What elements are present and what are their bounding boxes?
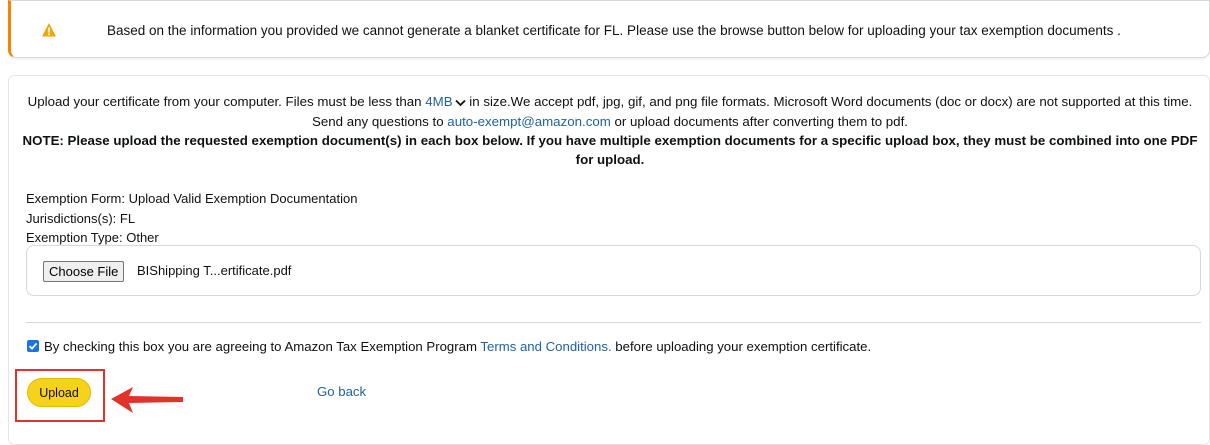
exemption-form-label: Exemption Form:	[26, 191, 125, 206]
alert-message: Based on the information you provided we…	[107, 23, 1121, 38]
jurisdiction-row: Jurisdictions(s): FL	[26, 209, 357, 229]
terms-checkbox[interactable]	[27, 340, 39, 352]
upload-instructions: Upload your certificate from your comput…	[20, 92, 1200, 169]
terms-agreement: By checking this box you are agreeing to…	[27, 339, 871, 354]
instructions-text-1: Upload your certificate from your comput…	[27, 94, 426, 109]
choose-file-button[interactable]: Choose File	[43, 261, 125, 282]
chevron-down-icon[interactable]	[454, 93, 466, 112]
warning-icon	[41, 22, 57, 38]
exemption-form-row: Exemption Form: Upload Valid Exemption D…	[26, 189, 357, 209]
annotation-arrow-icon	[111, 387, 183, 413]
email-link[interactable]: auto-exempt@amazon.com	[447, 114, 611, 129]
instructions-text-3: or upload documents after converting the…	[610, 113, 908, 129]
jurisdiction-label: Jurisdictions(s):	[26, 210, 117, 226]
warning-alert: Based on the information you provided we…	[8, 0, 1210, 58]
file-upload-box: Choose File BIShipping T...ertificate.pd…	[26, 245, 1201, 296]
exemption-form-value: Upload Valid Exemption Documentation	[128, 191, 358, 206]
jurisdiction-value: FL	[119, 210, 136, 226]
agreement-text-before: By checking this box you are agreeing to…	[44, 339, 481, 354]
upload-button[interactable]: Upload	[27, 378, 91, 407]
agreement-text-after: before uploading your exemption certific…	[611, 339, 872, 354]
file-size-link[interactable]: 4MB	[425, 94, 452, 109]
checkmark-icon	[28, 342, 38, 350]
upload-note: NOTE: Please upload the requested exempt…	[22, 132, 1198, 167]
exemption-type-value: Other	[126, 230, 159, 245]
exemption-details: Exemption Form: Upload Valid Exemption D…	[26, 189, 357, 248]
file-size-dropdown[interactable]: 4MB	[425, 93, 466, 112]
divider	[26, 322, 1201, 323]
exemption-type-label: Exemption Type:	[26, 230, 123, 245]
go-back-link[interactable]: Go back	[317, 384, 366, 399]
selected-file-name: BIShipping T...ertificate.pdf	[137, 263, 292, 278]
terms-link[interactable]: Terms and Conditions.	[480, 339, 611, 354]
